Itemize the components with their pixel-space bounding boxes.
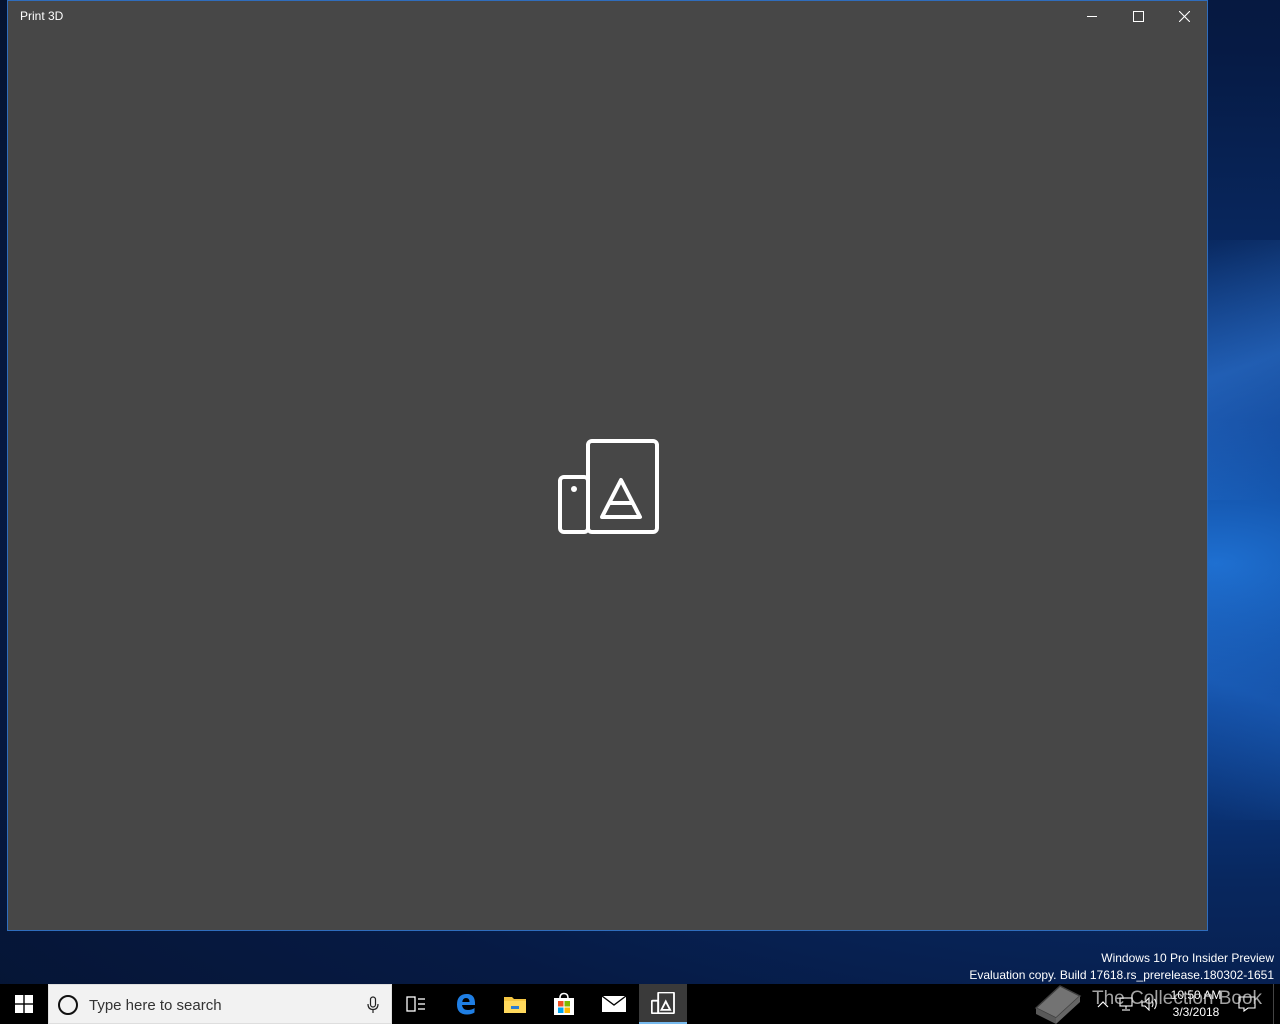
watermark-line1: Windows 10 Pro Insider Preview xyxy=(1101,951,1274,965)
print-3d-icon xyxy=(651,992,675,1014)
store-icon xyxy=(554,992,574,1015)
print-3d-taskbar-button[interactable] xyxy=(639,984,687,1024)
minimize-icon xyxy=(1086,16,1097,17)
print-3d-app-icon xyxy=(558,439,659,534)
start-button[interactable] xyxy=(0,984,48,1024)
window-title: Print 3D xyxy=(20,9,64,23)
collection-book-watermark: The Collection Book xyxy=(1030,978,1280,1024)
brand-text: The Collection Book xyxy=(1092,988,1263,1009)
maximize-icon xyxy=(1132,11,1144,22)
app-window: Print 3D xyxy=(7,0,1208,931)
minimize-button[interactable] xyxy=(1069,1,1115,32)
maximize-button[interactable] xyxy=(1115,1,1161,32)
close-icon xyxy=(1178,11,1190,22)
cortana-icon xyxy=(58,995,78,1015)
edge-button[interactable] xyxy=(442,984,490,1024)
title-bar[interactable]: Print 3D xyxy=(8,1,1207,32)
search-placeholder: Type here to search xyxy=(89,997,222,1014)
file-explorer-button[interactable] xyxy=(491,984,539,1024)
mail-icon xyxy=(601,995,627,1012)
close-button[interactable] xyxy=(1161,1,1207,32)
windows-logo-icon xyxy=(15,995,33,1013)
store-button[interactable] xyxy=(540,984,588,1024)
task-view-button[interactable] xyxy=(392,984,440,1024)
task-view-icon xyxy=(406,996,425,1012)
edge-icon xyxy=(457,994,476,1015)
file-explorer-icon xyxy=(504,997,526,1013)
mail-button[interactable] xyxy=(590,984,638,1024)
search-box[interactable]: Type here to search xyxy=(48,984,392,1024)
desktop-light-streak xyxy=(1200,560,1280,820)
book-icon xyxy=(1034,985,1082,1024)
microphone-icon[interactable] xyxy=(367,996,379,1014)
